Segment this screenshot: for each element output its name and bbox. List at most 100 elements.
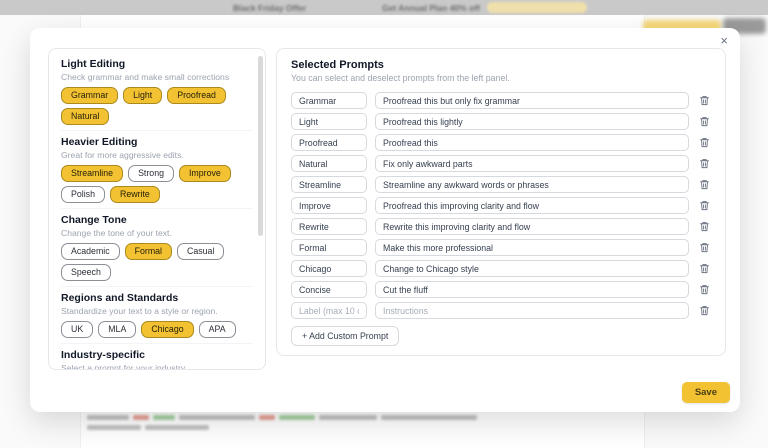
prompt-instruction-input[interactable] bbox=[375, 176, 689, 193]
prompt-row bbox=[291, 218, 711, 235]
section-title: Change Tone bbox=[61, 214, 253, 227]
prompt-label-input[interactable] bbox=[291, 302, 367, 319]
prompt-chip-rewrite[interactable]: Rewrite bbox=[110, 186, 160, 203]
trash-icon bbox=[699, 221, 710, 232]
delete-prompt-button[interactable] bbox=[697, 304, 711, 318]
trash-icon bbox=[699, 284, 710, 295]
prompt-instruction-input[interactable] bbox=[375, 113, 689, 130]
delete-prompt-button[interactable] bbox=[697, 178, 711, 192]
prompt-instruction-input[interactable] bbox=[375, 218, 689, 235]
prompt-chip-natural[interactable]: Natural bbox=[61, 108, 109, 125]
prompt-chip-streamline[interactable]: Streamline bbox=[61, 165, 123, 182]
section-title: Light Editing bbox=[61, 58, 253, 71]
prompt-section: Heavier EditingGreat for more aggressive… bbox=[61, 130, 253, 203]
prompt-chip-light[interactable]: Light bbox=[123, 87, 162, 104]
trash-icon bbox=[699, 179, 710, 190]
prompt-chip-casual[interactable]: Casual bbox=[177, 243, 224, 260]
selected-prompts-subtitle: You can select and deselect prompts from… bbox=[291, 73, 711, 83]
prompt-label-input[interactable] bbox=[291, 218, 367, 235]
promo-banner-offer-text: Get Annual Plan 40% off bbox=[382, 3, 480, 13]
blurred-text-line bbox=[87, 425, 209, 430]
trash-icon bbox=[699, 137, 710, 148]
prompt-label-input[interactable] bbox=[291, 155, 367, 172]
delete-prompt-button[interactable] bbox=[697, 283, 711, 297]
prompt-label-input[interactable] bbox=[291, 113, 367, 130]
prompt-label-input[interactable] bbox=[291, 239, 367, 256]
section-title: Regions and Standards bbox=[61, 292, 253, 305]
delete-prompt-button[interactable] bbox=[697, 262, 711, 276]
section-subtitle: Great for more aggressive edits. bbox=[61, 150, 253, 161]
prompt-library-panel: Light EditingCheck grammar and make smal… bbox=[48, 48, 266, 370]
prompt-label-input[interactable] bbox=[291, 92, 367, 109]
prompt-section: Industry-specificSelect a prompt for you… bbox=[61, 343, 253, 370]
chip-group: Grammar Light Proofread Natural bbox=[61, 87, 253, 125]
left-panel-sections: Light EditingCheck grammar and make smal… bbox=[61, 58, 253, 370]
prompt-chip-improve[interactable]: Improve bbox=[179, 165, 231, 182]
prompt-row bbox=[291, 239, 711, 256]
blurred-diff-text-line bbox=[87, 415, 477, 420]
prompt-instruction-input[interactable] bbox=[375, 239, 689, 256]
trash-icon bbox=[699, 242, 710, 253]
prompt-row bbox=[291, 176, 711, 193]
prompt-instruction-input[interactable] bbox=[375, 92, 689, 109]
prompt-section: Change ToneChange the tone of your text.… bbox=[61, 208, 253, 281]
trash-icon bbox=[699, 200, 710, 211]
prompt-row bbox=[291, 302, 711, 319]
prompt-row bbox=[291, 281, 711, 298]
prompt-label-input[interactable] bbox=[291, 260, 367, 277]
prompt-row bbox=[291, 260, 711, 277]
prompt-instruction-input[interactable] bbox=[375, 155, 689, 172]
prompt-label-input[interactable] bbox=[291, 134, 367, 151]
prompt-section: Regions and StandardsStandardize your te… bbox=[61, 286, 253, 338]
delete-prompt-button[interactable] bbox=[697, 94, 711, 108]
prompt-rows bbox=[291, 92, 711, 319]
prompt-chip-apa[interactable]: APA bbox=[199, 321, 236, 338]
trash-icon bbox=[699, 263, 710, 274]
prompt-row bbox=[291, 134, 711, 151]
promo-code-pill bbox=[487, 2, 587, 13]
prompt-chip-formal[interactable]: Formal bbox=[125, 243, 172, 260]
delete-prompt-button[interactable] bbox=[697, 220, 711, 234]
prompt-label-input[interactable] bbox=[291, 197, 367, 214]
trash-icon bbox=[699, 158, 710, 169]
delete-prompt-button[interactable] bbox=[697, 241, 711, 255]
delete-prompt-button[interactable] bbox=[697, 115, 711, 129]
save-button[interactable]: Save bbox=[682, 382, 730, 403]
section-subtitle: Standardize your text to a style or regi… bbox=[61, 306, 253, 317]
prompt-label-input[interactable] bbox=[291, 176, 367, 193]
prompt-instruction-input[interactable] bbox=[375, 197, 689, 214]
trash-icon bbox=[699, 305, 710, 316]
close-icon[interactable]: × bbox=[720, 34, 728, 47]
prompt-chip-proofread[interactable]: Proofread bbox=[167, 87, 226, 104]
prompt-row bbox=[291, 197, 711, 214]
prompt-chip-strong[interactable]: Strong bbox=[128, 165, 174, 182]
prompt-chip-grammar[interactable]: Grammar bbox=[61, 87, 118, 104]
prompt-instruction-input[interactable] bbox=[375, 260, 689, 277]
prompt-instruction-input[interactable] bbox=[375, 281, 689, 298]
prompt-instruction-input[interactable] bbox=[375, 302, 689, 319]
section-subtitle: Change the tone of your text. bbox=[61, 228, 253, 239]
prompt-row bbox=[291, 92, 711, 109]
selected-prompts-title: Selected Prompts bbox=[291, 59, 711, 71]
prompt-chip-mla[interactable]: MLA bbox=[98, 321, 136, 338]
prompt-chip-academic[interactable]: Academic bbox=[61, 243, 120, 260]
delete-prompt-button[interactable] bbox=[697, 157, 711, 171]
trash-icon bbox=[699, 95, 710, 106]
trash-icon bbox=[699, 116, 710, 127]
prompt-label-input[interactable] bbox=[291, 281, 367, 298]
promo-banner: Black Friday Offer Get Annual Plan 40% o… bbox=[0, 0, 768, 15]
prompt-chip-chicago[interactable]: Chicago bbox=[141, 321, 193, 338]
add-custom-prompt-button[interactable]: + Add Custom Prompt bbox=[291, 326, 399, 346]
delete-prompt-button[interactable] bbox=[697, 199, 711, 213]
left-panel-scrollbar[interactable] bbox=[258, 56, 263, 236]
chip-group: Streamline Strong Improve Polish Rewrite bbox=[61, 165, 253, 203]
section-title: Industry-specific bbox=[61, 349, 253, 362]
delete-prompt-button[interactable] bbox=[697, 136, 711, 150]
prompt-settings-modal: × Light EditingCheck grammar and make sm… bbox=[30, 28, 740, 412]
prompt-chip-uk[interactable]: UK bbox=[61, 321, 93, 338]
prompt-chip-speech[interactable]: Speech bbox=[61, 264, 111, 281]
promo-banner-text: Black Friday Offer bbox=[233, 3, 306, 13]
prompt-chip-polish[interactable]: Polish bbox=[61, 186, 105, 203]
prompt-row bbox=[291, 155, 711, 172]
prompt-instruction-input[interactable] bbox=[375, 134, 689, 151]
